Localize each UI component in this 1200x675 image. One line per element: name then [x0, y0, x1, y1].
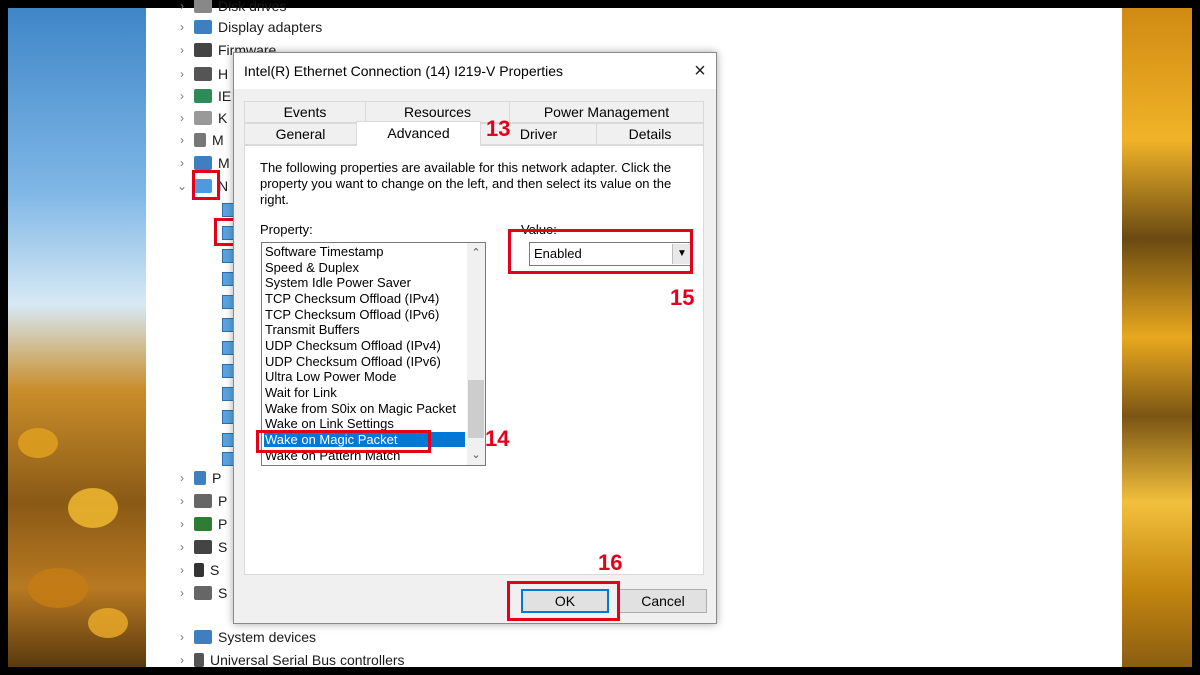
- tree-item-ports[interactable]: › P: [176, 468, 221, 488]
- background-photo-right: [1122, 8, 1192, 667]
- list-item[interactable]: Wake on Link Settings: [265, 416, 394, 431]
- chevron-right-icon[interactable]: ›: [176, 517, 188, 531]
- usb-icon: [194, 653, 204, 667]
- chevron-right-icon[interactable]: ›: [176, 630, 188, 644]
- processor-icon: [194, 517, 212, 531]
- foliage: [18, 428, 58, 458]
- chevron-right-icon[interactable]: ›: [176, 133, 188, 147]
- step-16-label: 16: [598, 550, 623, 575]
- chevron-right-icon[interactable]: ›: [176, 67, 188, 81]
- tree-item-ide[interactable]: › IE: [176, 86, 231, 106]
- tree-item-disk-drives[interactable]: › Disk drives: [176, 0, 286, 16]
- hid-icon: [194, 67, 212, 81]
- dialog-title: Intel(R) Ethernet Connection (14) I219-V…: [244, 63, 564, 79]
- list-scrollbar[interactable]: ⌃ ⌄: [467, 243, 485, 465]
- list-item[interactable]: TCP Checksum Offload (IPv6): [265, 307, 439, 322]
- tree-item-software-devices[interactable]: › S: [176, 583, 227, 603]
- chevron-right-icon[interactable]: ›: [176, 586, 188, 600]
- tree-item-human-interface[interactable]: › H: [176, 64, 228, 84]
- chevron-right-icon[interactable]: ›: [176, 89, 188, 103]
- step-15-label: 15: [670, 285, 695, 310]
- highlight-network-adapters: [192, 170, 220, 200]
- list-item[interactable]: UDP Checksum Offload (IPv4): [265, 338, 441, 353]
- tab-advanced[interactable]: Advanced: [356, 121, 481, 146]
- foliage: [68, 488, 118, 528]
- list-item[interactable]: UDP Checksum Offload (IPv6): [265, 354, 441, 369]
- tree-item-sensors[interactable]: › S: [176, 560, 219, 580]
- chevron-right-icon[interactable]: ›: [176, 156, 188, 170]
- tab-general[interactable]: General: [244, 123, 357, 145]
- chevron-right-icon[interactable]: ›: [176, 653, 188, 667]
- tree-item-processors[interactable]: › P: [176, 514, 227, 534]
- chevron-right-icon[interactable]: ›: [176, 0, 188, 13]
- tab-details[interactable]: Details: [596, 123, 704, 145]
- tree-item-print-queues[interactable]: › P: [176, 491, 227, 511]
- list-item[interactable]: Ultra Low Power Mode: [265, 369, 397, 384]
- chevron-right-icon[interactable]: ›: [176, 111, 188, 125]
- disk-icon: [194, 0, 212, 13]
- advanced-tab-page: The following properties are available f…: [244, 145, 704, 575]
- chevron-right-icon[interactable]: ›: [176, 563, 188, 577]
- scroll-thumb[interactable]: [468, 380, 484, 438]
- software-device-icon: [194, 586, 212, 600]
- list-item[interactable]: Wake from S0ix on Magic Packet: [265, 401, 456, 416]
- tree-item-keyboards[interactable]: › K: [176, 108, 227, 128]
- ide-icon: [194, 89, 212, 103]
- security-device-icon: [194, 540, 212, 554]
- chevron-right-icon[interactable]: ›: [176, 20, 188, 34]
- scroll-down-icon[interactable]: ⌄: [467, 447, 485, 463]
- chevron-right-icon[interactable]: ›: [176, 540, 188, 554]
- cancel-button[interactable]: Cancel: [619, 589, 707, 613]
- tree-item-usb-controllers[interactable]: › Universal Serial Bus controllers: [176, 650, 405, 670]
- foliage: [28, 568, 88, 608]
- list-item[interactable]: Software Timestamp: [265, 244, 384, 259]
- highlight-ok-button: [507, 581, 620, 621]
- sensor-icon: [194, 563, 204, 577]
- step-14-label: 14: [485, 426, 510, 451]
- foliage: [88, 608, 128, 638]
- system-devices-icon: [194, 630, 212, 644]
- description-text: The following properties are available f…: [260, 160, 672, 207]
- tab-events[interactable]: Events: [244, 101, 366, 123]
- property-label: Property:: [260, 222, 313, 237]
- dialog-title-bar[interactable]: Intel(R) Ethernet Connection (14) I219-V…: [234, 53, 716, 89]
- background-photo-left: [8, 8, 146, 667]
- tree-item-security-devices[interactable]: › S: [176, 537, 227, 557]
- mouse-icon: [194, 133, 206, 147]
- list-item[interactable]: System Idle Power Saver: [265, 275, 411, 290]
- monitor-icon: [194, 156, 212, 170]
- properties-dialog: Intel(R) Ethernet Connection (14) I219-V…: [233, 52, 717, 624]
- tree-item-mice[interactable]: › M: [176, 130, 224, 150]
- keyboard-icon: [194, 111, 212, 125]
- chevron-right-icon[interactable]: ›: [176, 471, 188, 485]
- chevron-right-icon[interactable]: ›: [176, 43, 188, 57]
- close-icon[interactable]: ×: [686, 57, 714, 85]
- display-adapter-icon: [194, 20, 212, 34]
- firmware-icon: [194, 43, 212, 57]
- chevron-right-icon[interactable]: ›: [176, 494, 188, 508]
- print-queue-icon: [194, 494, 212, 508]
- highlight-value-select: [508, 229, 693, 274]
- chevron-down-icon[interactable]: ⌄: [176, 179, 188, 193]
- tree-item-system-devices[interactable]: › System devices: [176, 627, 316, 647]
- list-item[interactable]: TCP Checksum Offload (IPv4): [265, 291, 439, 306]
- list-item[interactable]: Transmit Buffers: [265, 322, 360, 337]
- list-item[interactable]: Speed & Duplex: [265, 260, 359, 275]
- tree-item-display-adapters[interactable]: › Display adapters: [176, 17, 322, 37]
- port-icon: [194, 471, 206, 485]
- tab-power-management[interactable]: Power Management: [509, 101, 704, 123]
- highlight-wake-on-magic-packet: [256, 430, 431, 453]
- step-13-label: 13: [486, 116, 511, 141]
- scroll-up-icon[interactable]: ⌃: [467, 245, 485, 261]
- list-item[interactable]: Wait for Link: [265, 385, 337, 400]
